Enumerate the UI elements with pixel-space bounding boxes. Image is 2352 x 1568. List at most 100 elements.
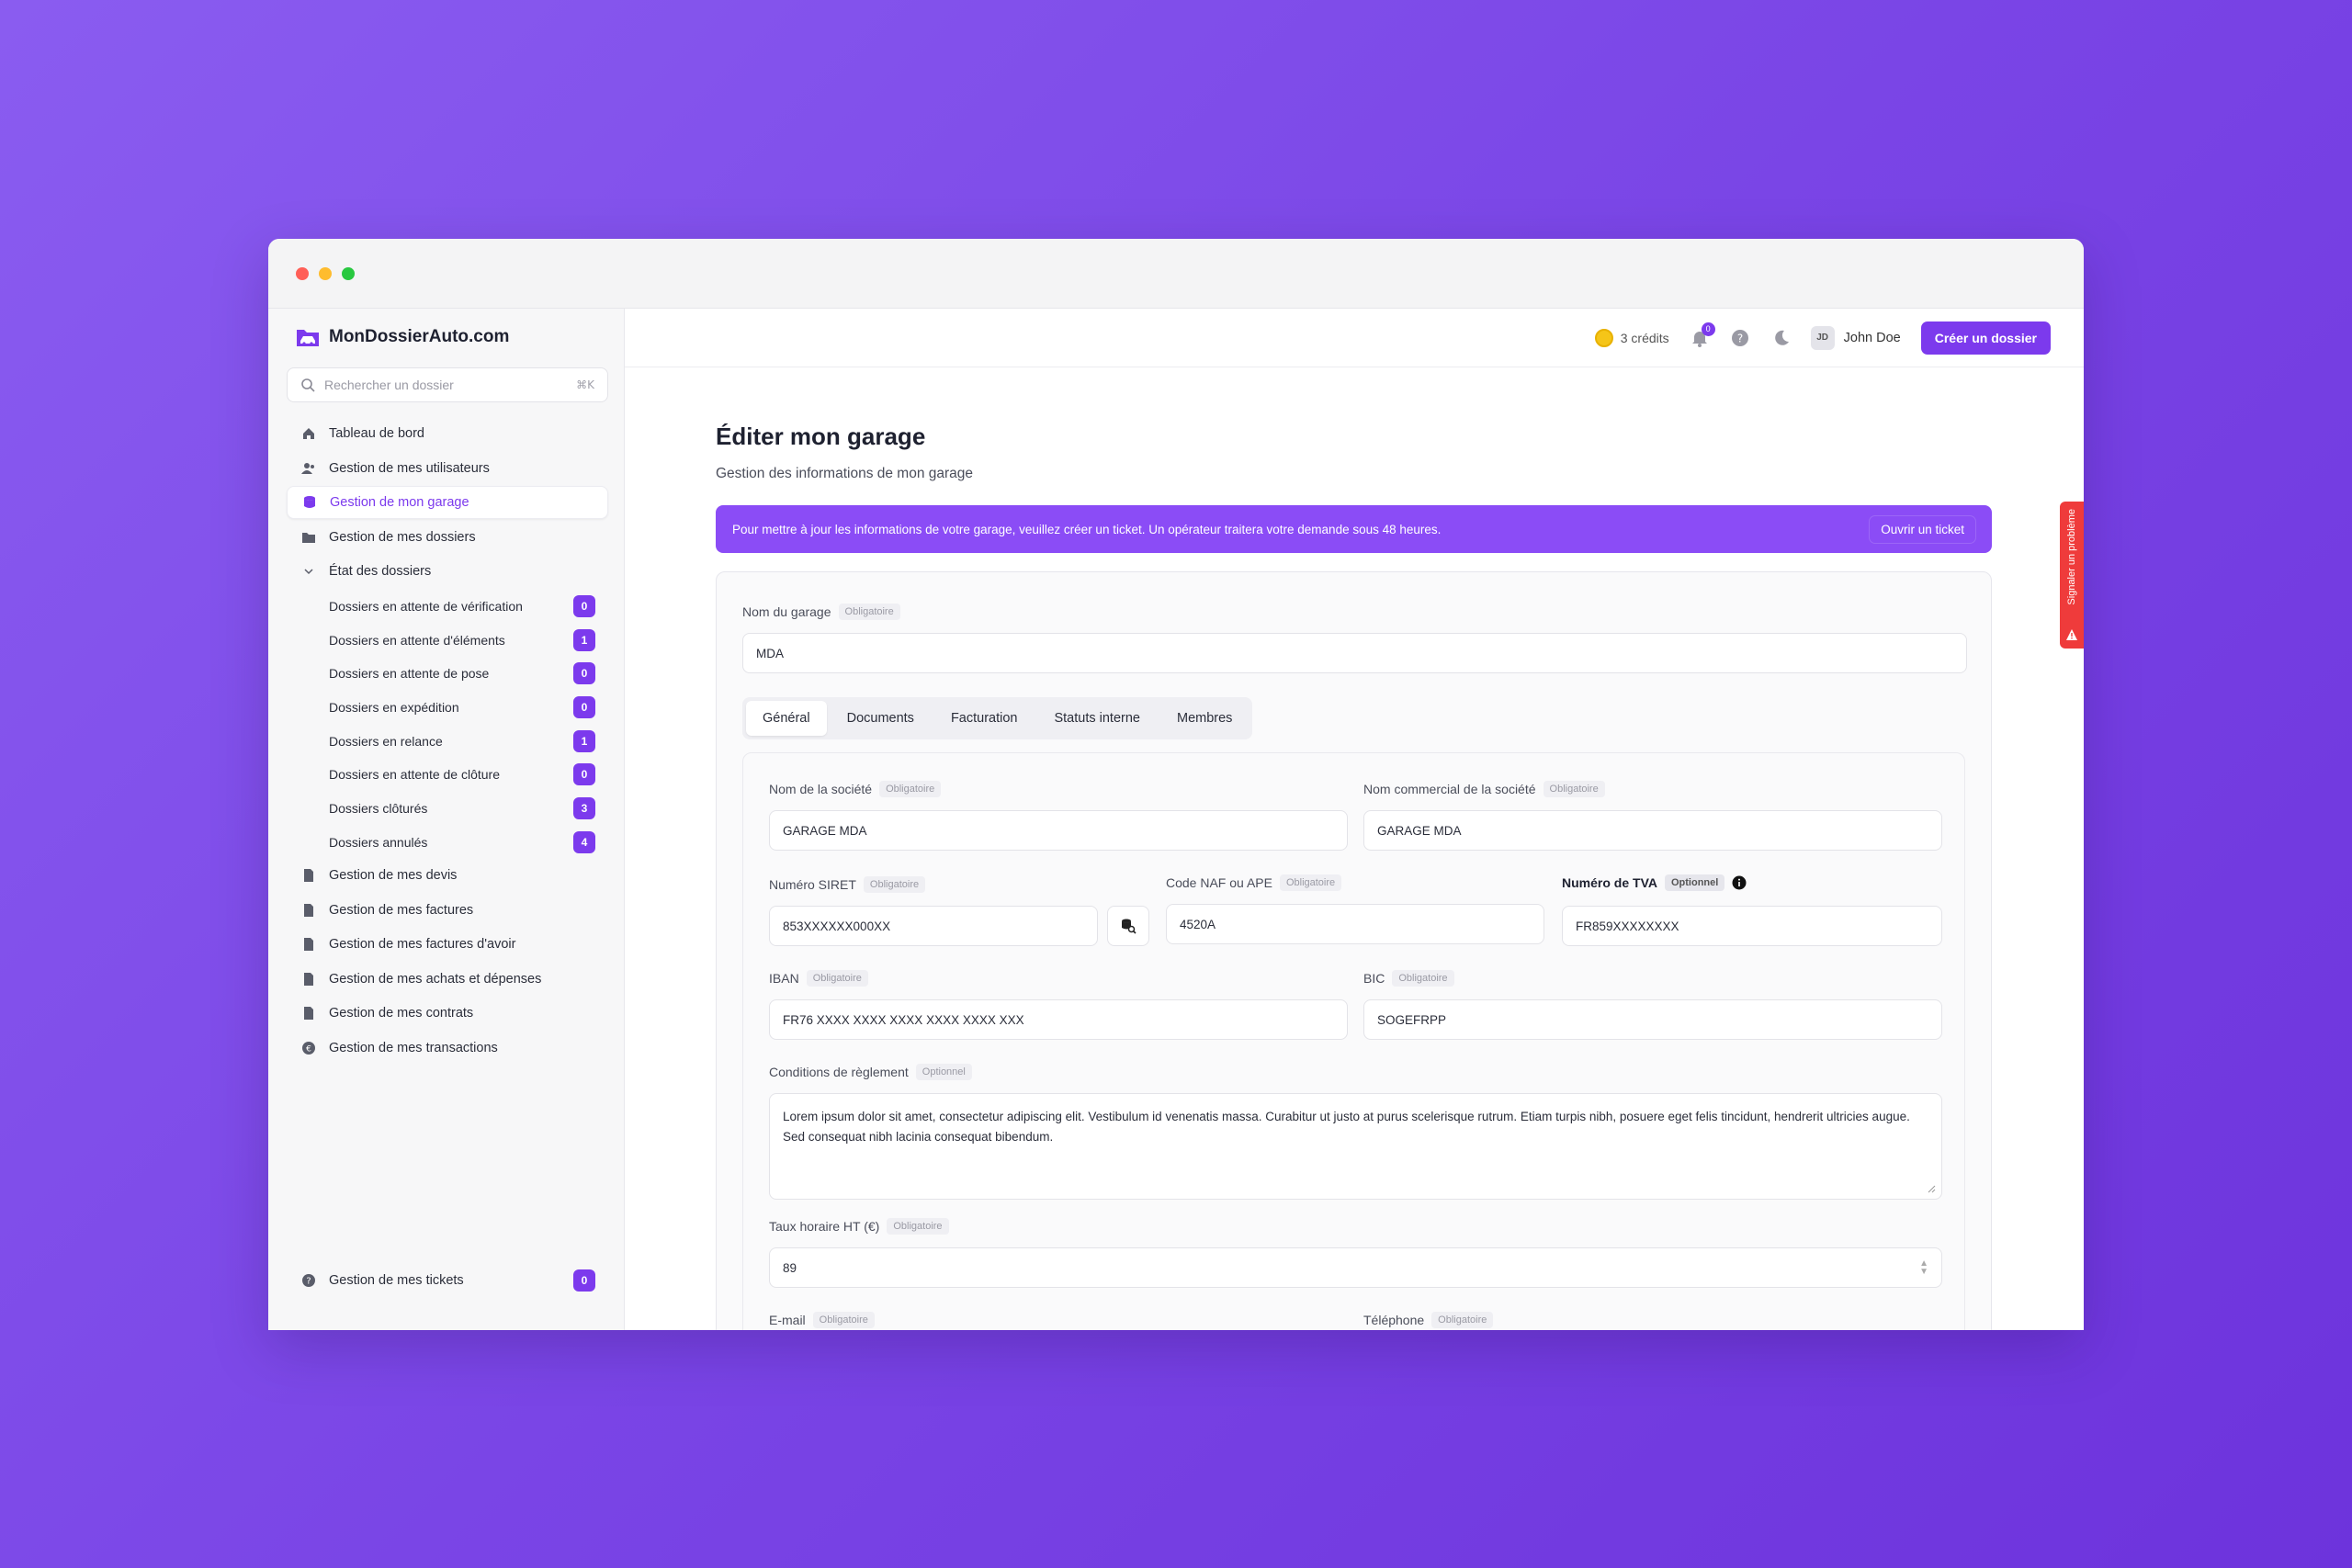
chevron-down-icon (304, 569, 313, 575)
status-item-label: Dossiers en attente de clôture (329, 767, 500, 783)
search-input[interactable] (324, 378, 568, 392)
trade-name-field[interactable] (1363, 810, 1942, 851)
document-icon (304, 938, 313, 951)
sidebar-item-tickets-wrap: ? Gestion de mes tickets 0 (287, 1264, 608, 1299)
status-item-closing[interactable]: Dossiers en attente de clôture 0 (287, 758, 608, 792)
dark-mode-toggle[interactable] (1770, 328, 1791, 348)
field-label: Taux horaire HT (€) (769, 1219, 880, 1234)
tva-field[interactable] (1562, 906, 1942, 946)
sidebar-item-label: Gestion de mes devis (329, 868, 458, 883)
brand[interactable]: MonDossierAuto.com (296, 327, 509, 347)
bic-input[interactable] (1377, 1012, 1928, 1027)
status-item-pose[interactable]: Dossiers en attente de pose 0 (287, 657, 608, 691)
tab-billing[interactable]: Facturation (934, 701, 1035, 736)
status-item-label: Dossiers en attente de pose (329, 666, 490, 682)
user-name: John Doe (1843, 330, 1901, 345)
required-tag: Obligatoire (887, 1218, 949, 1235)
status-item-elements[interactable]: Dossiers en attente d'éléments 1 (287, 623, 608, 657)
field-label: Code NAF ou APE (1166, 875, 1272, 890)
hourly-rate-label: Taux horaire HT (€) Obligatoire (769, 1218, 949, 1235)
sidebar-item-garage[interactable]: Gestion de mon garage (287, 486, 608, 519)
required-tag: Obligatoire (863, 876, 926, 893)
sidebar-item-label: Gestion de mes tickets (329, 1273, 464, 1288)
iban-input[interactable] (783, 1012, 1334, 1027)
credits-indicator[interactable]: 3 crédits (1594, 328, 1669, 347)
siret-input[interactable] (783, 919, 1084, 933)
count-badge: 4 (573, 830, 595, 853)
siret-lookup-button[interactable] (1107, 906, 1149, 946)
user-menu[interactable]: JD John Doe (1810, 325, 1901, 350)
sidebar-item-credit-notes[interactable]: Gestion de mes factures d'avoir (287, 928, 608, 961)
resize-handle-icon[interactable] (1927, 1184, 1936, 1193)
status-item-shipping[interactable]: Dossiers en expédition 0 (287, 691, 608, 725)
tab-internal-status[interactable]: Statuts interne (1037, 701, 1157, 736)
field-label: Nom commercial de la société (1363, 782, 1536, 796)
sidebar-item-invoices[interactable]: Gestion de mes factures (287, 894, 608, 927)
close-window-button[interactable] (296, 267, 309, 280)
sidebar-item-label: Gestion de mes dossiers (329, 529, 476, 545)
sidebar-item-dashboard[interactable]: Tableau de bord (287, 417, 608, 450)
sidebar-item-contracts[interactable]: Gestion de mes contrats (287, 997, 608, 1030)
payment-terms-label: Conditions de règlement Optionnel (769, 1064, 972, 1080)
trade-name-input[interactable] (1377, 823, 1928, 838)
garage-name-input[interactable] (756, 646, 1953, 660)
minimize-window-button[interactable] (319, 267, 332, 280)
sidebar-item-users[interactable]: Gestion de mes utilisateurs (287, 452, 608, 485)
status-item-closed[interactable]: Dossiers clôturés 3 (287, 792, 608, 826)
maximize-window-button[interactable] (342, 267, 355, 280)
phone-label: Téléphone Obligatoire (1363, 1312, 1494, 1328)
naf-input[interactable] (1180, 917, 1531, 931)
banner-text: Pour mettre à jour les informations de v… (732, 522, 1442, 536)
field-label: Nom de la société (769, 782, 873, 796)
sidebar-item-label: Gestion de mes contrats (329, 1006, 474, 1021)
garage-name-field[interactable] (742, 633, 1967, 673)
sidebar-item-tickets[interactable]: ? Gestion de mes tickets 0 (287, 1264, 608, 1297)
field-label: E-mail (769, 1313, 806, 1327)
search-shortcut: ⌘K (576, 378, 594, 391)
brand-name: MonDossierAuto.com (329, 327, 510, 346)
create-file-button[interactable]: Créer un dossier (1920, 321, 2051, 355)
required-tag: Obligatoire (1279, 874, 1342, 891)
company-name-field[interactable] (769, 810, 1348, 851)
status-item-reminder[interactable]: Dossiers en relance 1 (287, 724, 608, 758)
help-button[interactable]: ? (1730, 328, 1750, 348)
tab-members[interactable]: Membres (1160, 701, 1249, 736)
status-item-label: Dossiers en expédition (329, 699, 459, 715)
siret-field[interactable] (769, 906, 1098, 946)
hourly-rate-input[interactable] (783, 1260, 1928, 1275)
database-search-icon (1122, 919, 1136, 934)
payment-terms-textarea[interactable]: Lorem ipsum dolor sit amet, consectetur … (769, 1093, 1942, 1200)
search-box[interactable]: ⌘K (287, 367, 608, 402)
garage-name-label: Nom du garage Obligatoire (742, 604, 900, 620)
company-name-input[interactable] (783, 823, 1334, 838)
page-subtitle: Gestion des informations de mon garage (716, 466, 974, 481)
status-item-verification[interactable]: Dossiers en attente de vérification 0 (287, 590, 608, 624)
tva-input[interactable] (1576, 919, 1928, 933)
info-icon[interactable] (1732, 875, 1747, 890)
sidebar-item-expenses[interactable]: Gestion de mes achats et dépenses (287, 963, 608, 996)
notification-count: 0 (1701, 321, 1715, 336)
document-icon (304, 1007, 313, 1020)
count-badge: 1 (573, 628, 595, 651)
currency-icon: € (302, 1041, 315, 1055)
bic-field[interactable] (1363, 999, 1942, 1040)
tab-general[interactable]: Général (746, 701, 827, 736)
garage-form-card: Nom du garage Obligatoire Général Docume… (716, 571, 1992, 1330)
report-problem-tab[interactable]: Signaler un problème (2060, 502, 2084, 649)
hourly-rate-field[interactable]: ▲▼ (769, 1247, 1942, 1288)
info-banner: Pour mettre à jour les informations de v… (716, 505, 1992, 553)
naf-field[interactable] (1166, 904, 1544, 944)
window-titlebar (268, 239, 2084, 309)
number-stepper[interactable]: ▲ ▼ (1919, 1259, 1928, 1277)
open-ticket-button[interactable]: Ouvrir un ticket (1870, 515, 1975, 543)
iban-field[interactable] (769, 999, 1348, 1040)
sidebar-item-transactions[interactable]: € Gestion de mes transactions (287, 1032, 608, 1065)
tab-documents[interactable]: Documents (831, 701, 931, 736)
notifications-button[interactable]: 0 (1690, 321, 1715, 348)
sidebar-item-files[interactable]: Gestion de mes dossiers (287, 521, 608, 554)
sidebar-item-file-status[interactable]: État des dossiers (287, 555, 608, 588)
status-item-cancelled[interactable]: Dossiers annulés 4 (287, 825, 608, 859)
coin-icon (1594, 328, 1613, 347)
sidebar-item-label: État des dossiers (329, 564, 432, 579)
sidebar-item-quotes[interactable]: Gestion de mes devis (287, 859, 608, 892)
